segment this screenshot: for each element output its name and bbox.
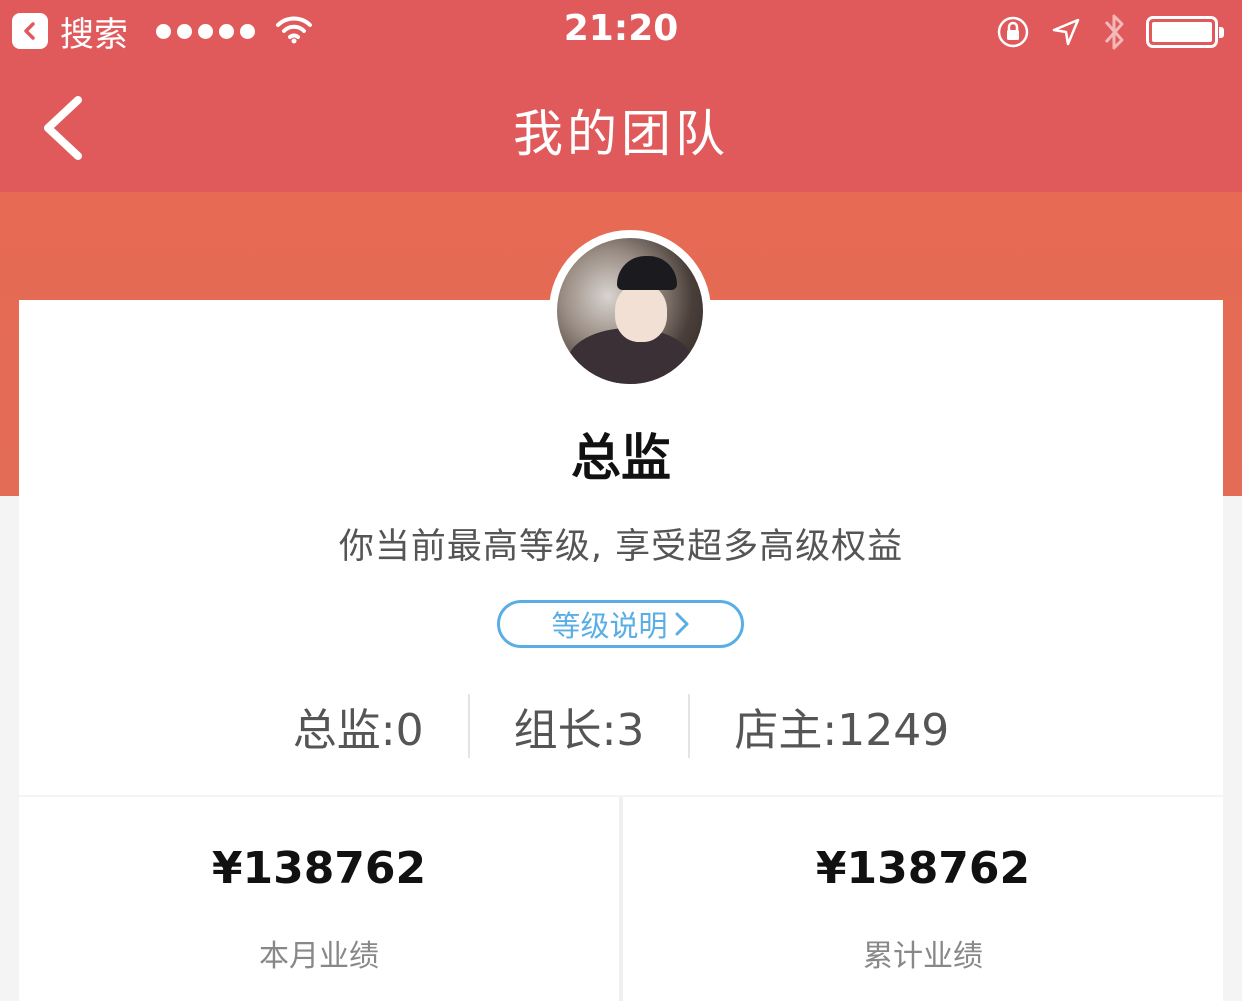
bluetooth-icon (1102, 12, 1126, 52)
stat-value: ¥138762 (211, 843, 427, 894)
stat-total[interactable]: ¥138762 累计业绩 (623, 797, 1223, 1001)
count-shopowner: 店主:1249 (734, 705, 950, 756)
level-title: 总监 (571, 429, 671, 487)
location-icon (1050, 16, 1082, 48)
count-director: 总监:0 (292, 705, 424, 756)
level-description: 你当前最高等级, 享受超多高级权益 (338, 527, 904, 567)
rotation-lock-icon (996, 15, 1030, 49)
avatar[interactable] (549, 230, 711, 392)
count-leader: 组长:3 (513, 705, 645, 756)
page-title: 我的团队 (513, 105, 729, 163)
stat-monthly[interactable]: ¥138762 本月业绩 (19, 797, 619, 1001)
status-bar: 搜索 21:20 (0, 0, 1242, 62)
stat-label: 本月业绩 (259, 939, 379, 974)
team-counts: 总监:0 组长:3 店主:1249 (0, 690, 1242, 762)
chevron-right-icon (675, 612, 688, 636)
battery-icon (1146, 16, 1224, 48)
level-explanation-label: 等级说明 (551, 609, 668, 643)
level-explanation-button[interactable]: 等级说明 (497, 600, 744, 648)
nav-bar: 我的团队 (0, 62, 1242, 192)
avatar-image (557, 238, 703, 384)
performance-stats: ¥138762 本月业绩 ¥138762 累计业绩 (19, 797, 1223, 1001)
status-right (996, 12, 1224, 52)
stat-value: ¥138762 (815, 843, 1031, 894)
screen: 搜索 21:20 我的团队 总监 你当前最高等级, 享受超多高级权益 等级说明 … (0, 0, 1242, 1001)
stat-label: 累计业绩 (863, 939, 983, 974)
